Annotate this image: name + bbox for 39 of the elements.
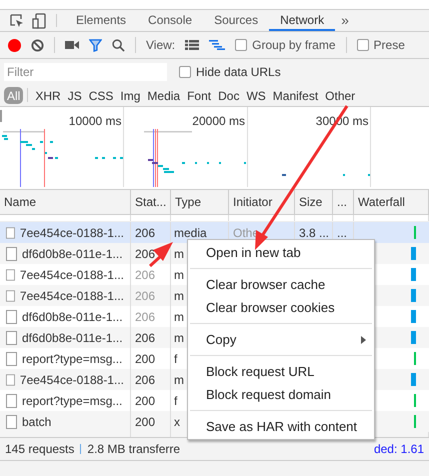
type-text: m [174,266,184,284]
request-name: 7ee454ce-0188-1... [20,224,124,242]
status-code: 206 [135,288,156,304]
type-text: x [174,414,180,430]
type-text: media [174,224,207,242]
status-code: 200 [135,392,156,410]
request-name: 7ee454ce-0188-1... [20,266,124,284]
request-name: 7ee454ce-0188-1... [20,372,124,388]
type-text: m [174,246,184,262]
type-text: m [174,308,184,326]
type-text: f [174,392,178,410]
type-text: f [174,350,178,368]
status-code: 206 [135,372,156,388]
status-code: 206 [135,266,156,284]
transferred-text: 2.8 MB transferre [87,441,180,458]
status-code: 206 [135,330,156,346]
status-code: 206 [135,308,156,326]
status-code: 200 [135,414,156,430]
request-name: df6d0b8e-011e-1... [22,246,123,262]
size-text: 3.8 ... [299,224,330,242]
checkbox-label: Prese [374,37,405,54]
request-count: 145 requests [5,441,74,458]
time-text: ... [337,224,348,242]
status-code: 206 [135,224,156,242]
request-name: df6d0b8e-011e-1... [22,308,123,326]
load-time-text: ded: 1.61 [374,441,424,458]
type-text: m [174,330,184,346]
type-text: m [174,288,184,304]
request-name: df6d0b8e-011e-1... [22,330,123,346]
type-text: m [174,372,184,388]
request-name: batch [22,414,52,430]
view-label: View: [146,37,176,54]
request-name: 7ee454ce-0188-1... [20,288,124,304]
status-code: 200 [135,350,156,368]
status-code: 206 [135,246,156,262]
checkbox-label: Group by frame [252,37,336,54]
request-name: report?type=msg... [22,392,122,410]
request-name: report?type=msg... [22,350,122,368]
checkbox-label: Hide data URLs [196,64,281,80]
